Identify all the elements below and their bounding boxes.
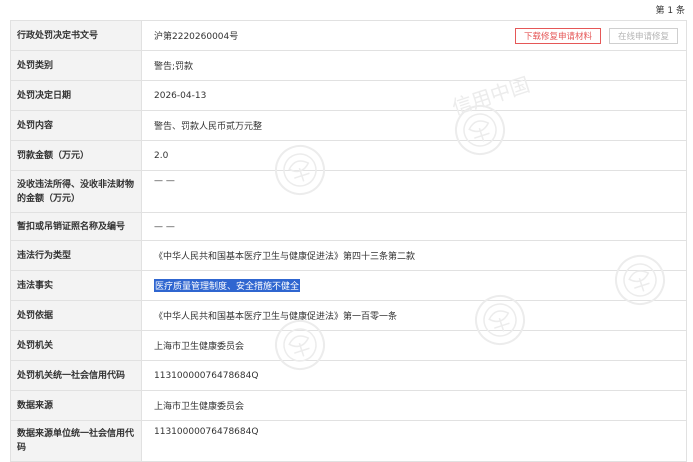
table-row: 数据来源单位统一社会信用代码 11310000076478684Q: [11, 421, 687, 462]
row-value-penalty-content: 警告、罚款人民币贰万元整: [142, 111, 687, 140]
online-repair-application-button[interactable]: 在线申请修复: [608, 28, 678, 44]
row-label-authority-credit-code: 处罚机关统一社会信用代码: [11, 361, 142, 390]
row-label-penalty-basis: 处罚依据: [11, 301, 142, 330]
download-repair-materials-button[interactable]: 下载修复申请材料: [514, 28, 601, 44]
row-value-source-credit-code: 11310000076478684Q: [142, 421, 687, 461]
table-row: 处罚机关统一社会信用代码 11310000076478684Q: [11, 361, 687, 391]
table-row: 罚款金额（万元） 2.0: [11, 141, 687, 171]
table-row: 行政处罚决定书文号 沪第2220260004号 下载修复申请材料 在线申请修复: [11, 21, 687, 51]
table-row: 处罚依据 《中华人民共和国基本医疗卫生与健康促进法》第一百零一条: [11, 301, 687, 331]
row-value-violation-facts: 医疗质量管理制度、安全措施不健全: [142, 271, 687, 300]
row-label-source-credit-code: 数据来源单位统一社会信用代码: [11, 421, 142, 461]
table-row: 暂扣或吊销证照名称及编号 — —: [11, 213, 687, 241]
row-value-violation-type: 《中华人民共和国基本医疗卫生与健康促进法》第四十三条第二款: [142, 241, 687, 270]
row-label-data-source: 数据来源: [11, 391, 142, 420]
table-row: 处罚机关 上海市卫生健康委员会: [11, 331, 687, 361]
row-label-penalty-authority: 处罚机关: [11, 331, 142, 360]
table-row: 处罚类别 警告;罚款: [11, 51, 687, 81]
row-label-decision-number: 行政处罚决定书文号: [11, 21, 142, 50]
table-row: 没收违法所得、没收非法财物的金额（万元） — —: [11, 171, 687, 213]
selected-violation-facts-text[interactable]: 医疗质量管理制度、安全措施不健全: [154, 279, 301, 292]
penalty-detail-table: 行政处罚决定书文号 沪第2220260004号 下载修复申请材料 在线申请修复 …: [10, 20, 687, 462]
row-label-fine-amount: 罚款金额（万元）: [11, 141, 142, 170]
row-label-violation-facts: 违法事实: [11, 271, 142, 300]
row-value-decision-date: 2026-04-13: [142, 81, 687, 110]
pagination-bar: 第 1 条: [0, 0, 693, 20]
row-label-confiscation-amount: 没收违法所得、没收非法财物的金额（万元）: [11, 171, 142, 212]
row-label-license-revocation: 暂扣或吊销证照名称及编号: [11, 213, 142, 240]
table-row: 违法事实 医疗质量管理制度、安全措施不健全: [11, 271, 687, 301]
row-value-penalty-basis: 《中华人民共和国基本医疗卫生与健康促进法》第一百零一条: [142, 301, 687, 330]
row-value-confiscation-amount: — —: [142, 171, 687, 212]
row-value-license-revocation: — —: [142, 213, 687, 240]
table-row: 处罚内容 警告、罚款人民币贰万元整: [11, 111, 687, 141]
row-label-penalty-content: 处罚内容: [11, 111, 142, 140]
decision-number-text: 沪第2220260004号: [154, 32, 239, 42]
row-value-penalty-authority: 上海市卫生健康委员会: [142, 331, 687, 360]
table-row: 处罚决定日期 2026-04-13: [11, 81, 687, 111]
row-value-penalty-category: 警告;罚款: [142, 51, 687, 80]
row-value-authority-credit-code: 11310000076478684Q: [142, 361, 687, 390]
row-value-data-source: 上海市卫生健康委员会: [142, 391, 687, 420]
row-value-decision-number: 沪第2220260004号 下载修复申请材料 在线申请修复: [142, 21, 687, 50]
table-row: 数据来源 上海市卫生健康委员会: [11, 391, 687, 421]
page-indicator: 第 1 条: [655, 6, 685, 16]
row-value-fine-amount: 2.0: [142, 141, 687, 170]
table-row: 违法行为类型 《中华人民共和国基本医疗卫生与健康促进法》第四十三条第二款: [11, 241, 687, 271]
row-label-penalty-category: 处罚类别: [11, 51, 142, 80]
row-label-violation-type: 违法行为类型: [11, 241, 142, 270]
row-label-decision-date: 处罚决定日期: [11, 81, 142, 110]
